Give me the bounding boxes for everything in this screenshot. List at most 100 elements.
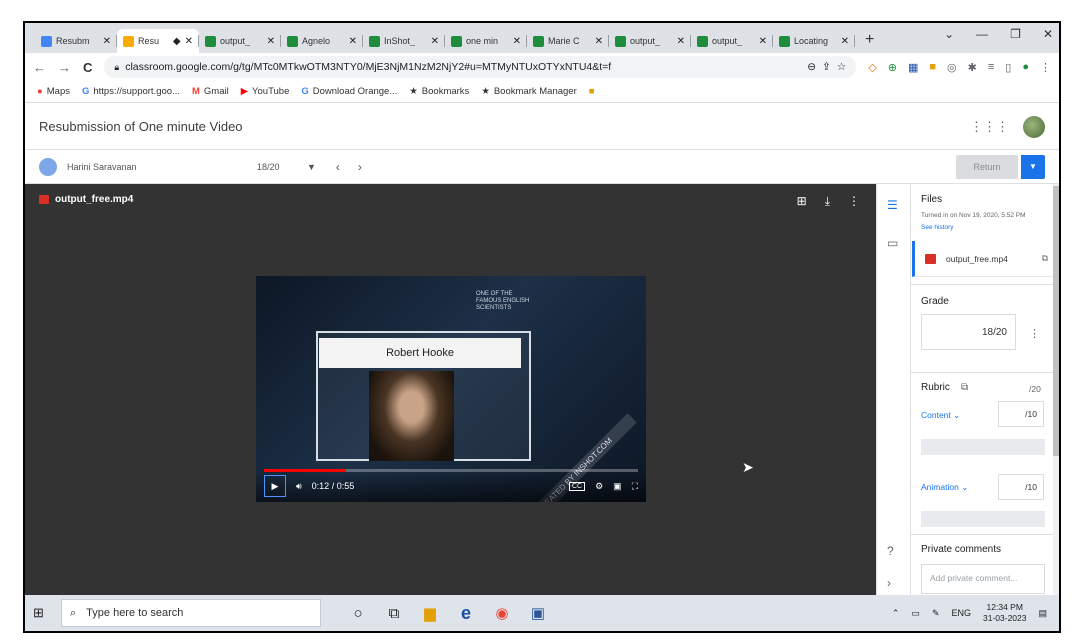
rubric-open-icon[interactable]: ⧉ — [961, 382, 968, 393]
browser-tab[interactable]: Locating ✕ — [773, 29, 855, 53]
video-player[interactable]: ONE OF THE FAMOUS ENGLISH SCIENTISTS Rob… — [256, 276, 646, 502]
panel-scrollbar[interactable] — [1053, 184, 1059, 597]
bookmark-support[interactable]: Ghttps://support.goo... — [82, 86, 180, 97]
captions-icon[interactable]: CC — [568, 481, 586, 491]
language-indicator[interactable]: ENG — [951, 608, 971, 618]
comments-tab-icon[interactable]: ▭ — [887, 236, 898, 250]
word-icon[interactable]: ▣ — [529, 604, 547, 622]
share-icon[interactable]: ⇪ — [822, 61, 831, 73]
close-icon[interactable]: ✕ — [759, 36, 767, 47]
close-icon[interactable]: ✕ — [267, 36, 275, 47]
settings-gear-icon[interactable]: ⚙ — [595, 481, 603, 492]
volume-icon[interactable]: 🔊︎ — [296, 481, 302, 492]
close-icon[interactable]: ✕ — [595, 36, 603, 47]
close-icon[interactable]: ✕ — [841, 36, 849, 47]
restore-icon[interactable]: ❐ — [1010, 27, 1021, 41]
extension-icon[interactable]: ⊕ — [888, 61, 897, 74]
chrome-icon[interactable]: ◉ — [493, 604, 511, 622]
menu-icon[interactable]: ⋮ — [1040, 61, 1051, 74]
sidepanel-icon[interactable]: ▯ — [1005, 61, 1011, 74]
taskbar-search[interactable]: ⌕ Type here to search — [61, 599, 321, 627]
bookmark-download[interactable]: G Download Orange... — [301, 86, 397, 97]
browser-tab[interactable]: Marie C ✕ — [527, 29, 609, 53]
bookmark-manager[interactable]: ★ Bookmark Manager — [481, 86, 576, 97]
expand-icon[interactable]: › — [887, 576, 891, 590]
browser-tab[interactable]: output_ ✕ — [691, 29, 773, 53]
reload-icon[interactable]: C — [83, 60, 92, 75]
avatar[interactable] — [1023, 115, 1045, 138]
apps-grid-icon[interactable]: ⋮⋮⋮ — [970, 119, 1009, 135]
chevron-down-icon[interactable]: ▼ — [307, 162, 316, 172]
return-dropdown-button[interactable]: ▼ — [1021, 154, 1045, 179]
criterion-points-input[interactable]: /10 — [998, 474, 1044, 500]
close-window-icon[interactable]: ✕ — [1043, 27, 1053, 41]
browser-tab[interactable]: Agnelo ✕ — [281, 29, 363, 53]
close-icon[interactable]: ✕ — [513, 36, 521, 47]
files-tab-icon[interactable]: ☰ — [887, 198, 898, 212]
url-field[interactable]: 🔒︎ classroom.google.com/g/tg/MTc0MTkwOTM… — [104, 56, 857, 78]
chevron-up-icon[interactable]: ⌃ — [892, 608, 900, 619]
camera-icon[interactable]: ◎ — [947, 61, 957, 74]
close-icon[interactable]: ✕ — [349, 36, 357, 47]
return-button[interactable]: Return — [956, 154, 1018, 179]
media-icon[interactable]: ≡ — [988, 61, 994, 74]
extension-icon[interactable]: ◇ — [868, 61, 876, 74]
close-icon[interactable]: ✕ — [431, 36, 439, 47]
miniplayer-icon[interactable]: ▣ — [613, 481, 622, 492]
file-explorer-icon[interactable]: ▆ — [421, 604, 439, 622]
back-icon[interactable]: ← — [33, 60, 46, 75]
bookmark-bookmarks[interactable]: ★ Bookmarks — [409, 86, 469, 97]
tab-search-icon[interactable]: ⌄ — [944, 27, 954, 41]
attached-file[interactable]: output_free.mp4 ⧉ — [912, 241, 1056, 277]
criterion-animation[interactable]: Animation ⌄ — [921, 482, 968, 493]
close-icon[interactable]: ✕ — [185, 36, 193, 47]
fullscreen-icon[interactable]: ⛶ — [632, 481, 638, 492]
grade-options-icon[interactable]: ⋮ — [1029, 327, 1040, 340]
browser-tab[interactable]: output_ ✕ — [609, 29, 691, 53]
audio-icon[interactable]: ◆ — [173, 36, 181, 47]
browser-tab[interactable]: output_ ✕ — [199, 29, 281, 53]
extension-icon[interactable]: ■ — [929, 61, 936, 74]
close-icon[interactable]: ✕ — [103, 36, 111, 47]
browser-tab[interactable]: Resubm ✕ — [35, 29, 117, 53]
browser-tab[interactable]: one min ✕ — [445, 29, 527, 53]
student-name[interactable]: Harini Saravanan — [67, 162, 257, 172]
minimize-icon[interactable]: — — [976, 27, 988, 41]
puzzle-icon[interactable]: ✱ — [968, 61, 977, 74]
profile-avatar-icon[interactable]: ● — [1022, 61, 1029, 74]
comment-add-icon[interactable]: ⊞ — [797, 194, 807, 209]
download-icon[interactable]: ⤓ — [825, 194, 830, 209]
bookmark-youtube[interactable]: ▶ YouTube — [241, 86, 290, 97]
bookmark-gmail[interactable]: M Gmail — [192, 86, 229, 97]
task-view-icon[interactable]: ⧉ — [385, 604, 403, 622]
criterion-content[interactable]: Content ⌄ — [921, 410, 960, 421]
grade-input[interactable]: 18/20 — [921, 314, 1016, 350]
browser-tab-active[interactable]: Resu ◆ ✕ — [117, 29, 199, 53]
extension-icon[interactable]: ▦ — [908, 61, 918, 74]
bookmark-maps[interactable]: ● Maps — [37, 86, 70, 97]
windows-start-icon[interactable]: ⊞ — [33, 605, 61, 621]
bookmark-extra[interactable]: ■ — [589, 86, 595, 97]
cortana-icon[interactable]: ○ — [349, 604, 367, 622]
private-comment-input[interactable]: Add private comment... — [921, 564, 1045, 594]
pen-icon[interactable]: ✎ — [932, 608, 940, 619]
more-options-icon[interactable]: ⋮ — [848, 194, 860, 209]
criterion-points-input[interactable]: /10 — [998, 401, 1044, 427]
open-new-window-icon[interactable]: ⧉ — [1042, 253, 1048, 264]
previous-student-icon[interactable]: ‹ — [336, 160, 340, 174]
close-icon[interactable]: ✕ — [677, 36, 685, 47]
edge-icon[interactable]: e — [457, 603, 475, 623]
zoom-icon[interactable]: ⊖ — [807, 61, 816, 73]
forward-icon[interactable]: → — [58, 60, 71, 75]
bookmark-star-icon[interactable]: ☆ — [837, 61, 846, 73]
browser-tab[interactable]: InShot_ ✕ — [363, 29, 445, 53]
next-student-icon[interactable]: › — [358, 160, 362, 174]
scrollbar-thumb[interactable] — [1053, 186, 1059, 456]
play-icon[interactable]: ▶ — [264, 475, 286, 497]
notifications-icon[interactable]: ▤ — [1038, 608, 1047, 619]
new-tab-button[interactable]: + — [855, 31, 884, 53]
clock[interactable]: 12:34 PM 31-03-2023 — [983, 602, 1026, 624]
network-icon[interactable]: ▭ — [911, 608, 920, 619]
help-icon[interactable]: ? — [887, 544, 894, 558]
see-history-link[interactable]: See history — [921, 224, 954, 231]
